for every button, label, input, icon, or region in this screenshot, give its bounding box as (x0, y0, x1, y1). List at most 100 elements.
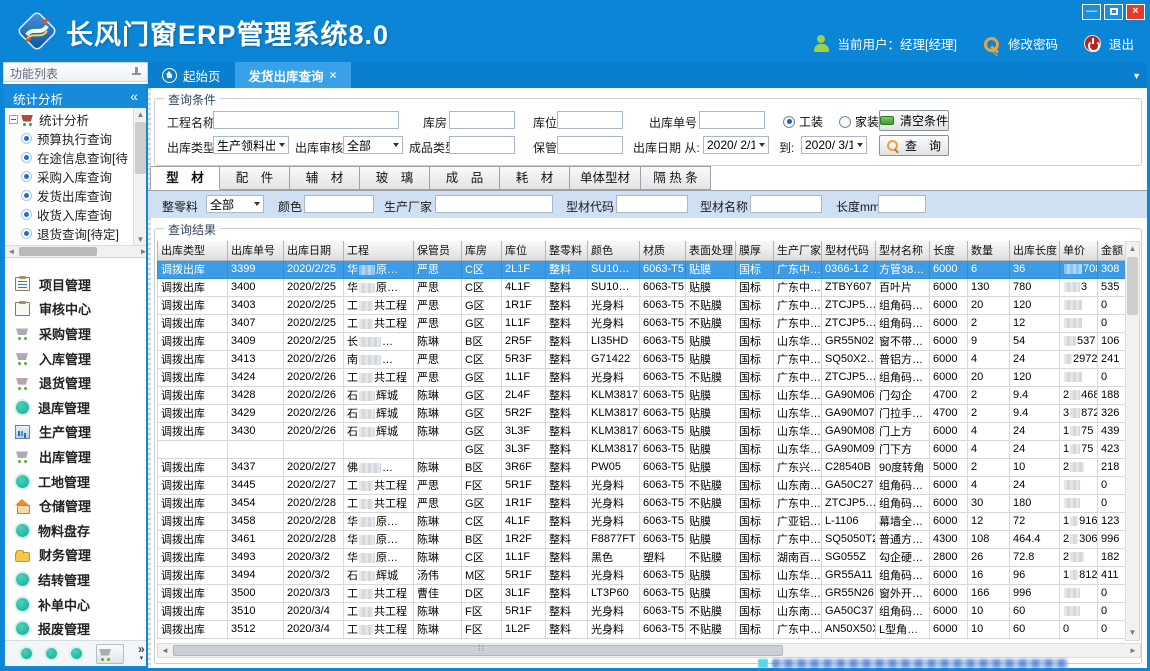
tree-item[interactable]: 采购入库查询 (7, 167, 133, 186)
column-header[interactable]: 数量 (968, 241, 1010, 260)
search-button[interactable]: 查 询 (879, 135, 949, 156)
product-type-input[interactable] (449, 136, 515, 154)
clear-conditions-button[interactable]: 清空条件 (879, 110, 949, 131)
scroll-up-icon[interactable]: ▲ (1126, 242, 1139, 256)
scroll-thumb[interactable] (173, 645, 783, 656)
sidebar-module-补单中心[interactable]: 补单中心 (5, 592, 146, 617)
column-header[interactable]: 出库日期 (284, 241, 344, 260)
material-tab[interactable]: 配 件 (220, 166, 290, 190)
material-tab[interactable]: 成 品 (430, 166, 500, 190)
tree-root[interactable]: 统计分析 (7, 110, 133, 129)
sidebar-module-仓储管理[interactable]: 仓储管理 (5, 493, 146, 518)
column-header[interactable]: 材质 (640, 241, 686, 260)
tree-horizontal-scrollbar[interactable]: ◄ ► (5, 245, 146, 257)
sidebar-module-结转管理[interactable]: 结转管理 (5, 567, 146, 592)
keeper-input[interactable] (557, 136, 623, 154)
scroll-down-icon[interactable]: ▼ (1126, 626, 1139, 640)
tree-item[interactable]: 发货出库查询 (7, 186, 133, 205)
column-header[interactable]: 颜色 (588, 241, 640, 260)
date-from-picker[interactable]: 2020/ 2/16 (703, 136, 769, 154)
tab-close-icon[interactable]: × (330, 68, 337, 82)
out-audit-select[interactable]: 全部 (343, 136, 403, 154)
tree-expander-icon[interactable] (9, 115, 18, 124)
maximize-button[interactable] (1104, 4, 1123, 20)
date-to-picker[interactable]: 2020/ 3/16 (801, 136, 867, 154)
material-tab[interactable]: 耗 材 (500, 166, 570, 190)
radio-jiazhuang[interactable]: 家装 (839, 113, 879, 130)
column-header[interactable]: 型材名称 (876, 241, 930, 260)
minimize-button[interactable]: — (1082, 4, 1101, 20)
sidebar-module-财务管理[interactable]: 财务管理 (5, 543, 146, 568)
location-input[interactable] (557, 111, 623, 129)
change-password-link[interactable]: 修改密码 (1008, 34, 1058, 53)
warehouse-input[interactable] (449, 111, 515, 129)
table-row[interactable]: 调拨出库34002020/2/25华原…严思C区4L1F整料SU10…6063-… (158, 278, 1128, 296)
scroll-left-icon[interactable]: ◄ (158, 644, 172, 657)
close-button[interactable]: × (1126, 4, 1145, 20)
length-input[interactable] (878, 195, 926, 213)
scroll-right-icon[interactable]: ► (137, 246, 146, 257)
out-type-select[interactable]: 生产领料出库 (213, 136, 289, 154)
profile-code-input[interactable] (616, 195, 688, 213)
sidebar-module-采购管理[interactable]: 采购管理 (5, 321, 146, 346)
collapse-icon[interactable]: « (130, 88, 138, 104)
table-row[interactable]: 调拨出库34032020/2/25工共工程严思G区1R1F整料光身料6063-T… (158, 296, 1128, 314)
material-tab[interactable]: 型 材 (150, 166, 220, 190)
scroll-thumb[interactable] (1127, 257, 1138, 315)
column-header[interactable]: 出库单号 (228, 241, 284, 260)
table-row[interactable]: 调拨出库34092020/2/25长…陈琳B区2R5F整料LI35HD6063-… (158, 332, 1128, 350)
table-row[interactable]: 调拨出库35122020/3/4工共工程陈琳F区1L2F整料光身料6063-T5… (158, 620, 1128, 638)
tree-item[interactable]: 退货查询[待定] (7, 224, 133, 243)
dot-icon[interactable] (46, 648, 57, 659)
grid-vertical-scrollbar[interactable]: ▲ ▼ (1125, 241, 1140, 641)
sidebar-module-生产管理[interactable]: 生产管理 (5, 420, 146, 445)
column-header[interactable]: 库房 (462, 241, 502, 260)
column-header[interactable]: 出库类型 (158, 241, 228, 260)
table-row[interactable]: 调拨出库34942020/3/2石辉城汤伟M区5R1F整料光身料6063-T5贴… (158, 566, 1128, 584)
column-header[interactable]: 表面处理 (686, 241, 736, 260)
table-row[interactable]: 调拨出库34452020/2/27工共工程严思F区5R1F整料光身料6063-T… (158, 476, 1128, 494)
column-header[interactable]: 保管员 (414, 241, 462, 260)
cart-shortcut-button[interactable] (96, 644, 124, 664)
table-row[interactable]: 调拨出库34582020/2/28华原…陈琳C区4L1F整料光身料6063-T5… (158, 512, 1128, 530)
scroll-up-icon[interactable]: ▲ (134, 108, 146, 121)
logout-link[interactable]: 退出 (1109, 34, 1134, 53)
tab-shipping-outbound-query[interactable]: 发货出库查询 × (235, 62, 351, 88)
column-header[interactable]: 型材代码 (822, 241, 876, 260)
sidebar-module-报废管理[interactable]: 报废管理 (5, 616, 146, 641)
tree-vertical-scrollbar[interactable]: ▲ ▼ (133, 108, 146, 246)
pin-icon[interactable] (131, 67, 141, 77)
column-header[interactable]: 工程 (344, 241, 414, 260)
table-row[interactable]: 调拨出库34072020/2/25工共工程严思G区1L1F整料光身料6063-T… (158, 314, 1128, 332)
tab-dropdown-icon[interactable]: ▼ (1132, 71, 1141, 81)
material-tab[interactable]: 隔 热 条 (641, 166, 711, 190)
sidebar-module-退库管理[interactable]: 退库管理 (5, 395, 146, 420)
table-row[interactable]: 调拨出库34932020/3/2华原…陈琳C区1L1F整料黑色塑料不贴膜国标湖南… (158, 548, 1128, 566)
table-row[interactable]: 调拨出库34302020/2/26石辉城陈琳G区3L3F整料KLM3817606… (158, 422, 1128, 440)
more-chevron[interactable]: »▾ (138, 644, 145, 664)
factory-input[interactable] (435, 195, 553, 213)
scroll-thumb[interactable] (135, 122, 146, 174)
tree-item[interactable]: 预算执行查询 (7, 129, 133, 148)
sidebar-module-入库管理[interactable]: 入库管理 (5, 346, 146, 371)
tree-item[interactable]: 在途信息查询[待 (7, 148, 133, 167)
scroll-left-icon[interactable]: ◄ (5, 246, 18, 257)
project-name-input[interactable] (213, 111, 399, 129)
dot-icon[interactable] (71, 648, 82, 659)
tree-item[interactable]: 收货入库查询 (7, 205, 133, 224)
grid-horizontal-scrollbar[interactable]: ◄ ► (157, 643, 1141, 658)
table-row[interactable]: 调拨出库34132020/2/26南…严思C区5R3F整料G714226063-… (158, 350, 1128, 368)
material-tab[interactable]: 辅 材 (290, 166, 360, 190)
dot-icon[interactable] (21, 648, 32, 659)
table-row[interactable]: 调拨出库34612020/2/28华原…陈琳B区1R2F整料F8877FT606… (158, 530, 1128, 548)
tab-home[interactable]: 起始页 (148, 62, 235, 88)
column-header[interactable]: 金额 (1098, 241, 1128, 260)
column-header[interactable]: 膜厚 (736, 241, 774, 260)
color-input[interactable] (304, 195, 374, 213)
table-row[interactable]: 调拨出库34242020/2/26工共工程严思G区1L1F整料光身料6063-T… (158, 368, 1128, 386)
table-row[interactable]: 调拨出库35102020/3/4工共工程陈琳F区5R1F整料光身料6063-T5… (158, 602, 1128, 620)
sidebar-module-工地管理[interactable]: 工地管理 (5, 469, 146, 494)
table-row[interactable]: G区3L3F整料KLM38176063-T5贴膜国标山东华…GA90M09.门下… (158, 440, 1128, 458)
sidebar-module-退货管理[interactable]: 退货管理 (5, 370, 146, 395)
table-row[interactable]: 调拨出库35002020/3/3工共工程曹佳D区3L1F整料LT3P606063… (158, 584, 1128, 602)
